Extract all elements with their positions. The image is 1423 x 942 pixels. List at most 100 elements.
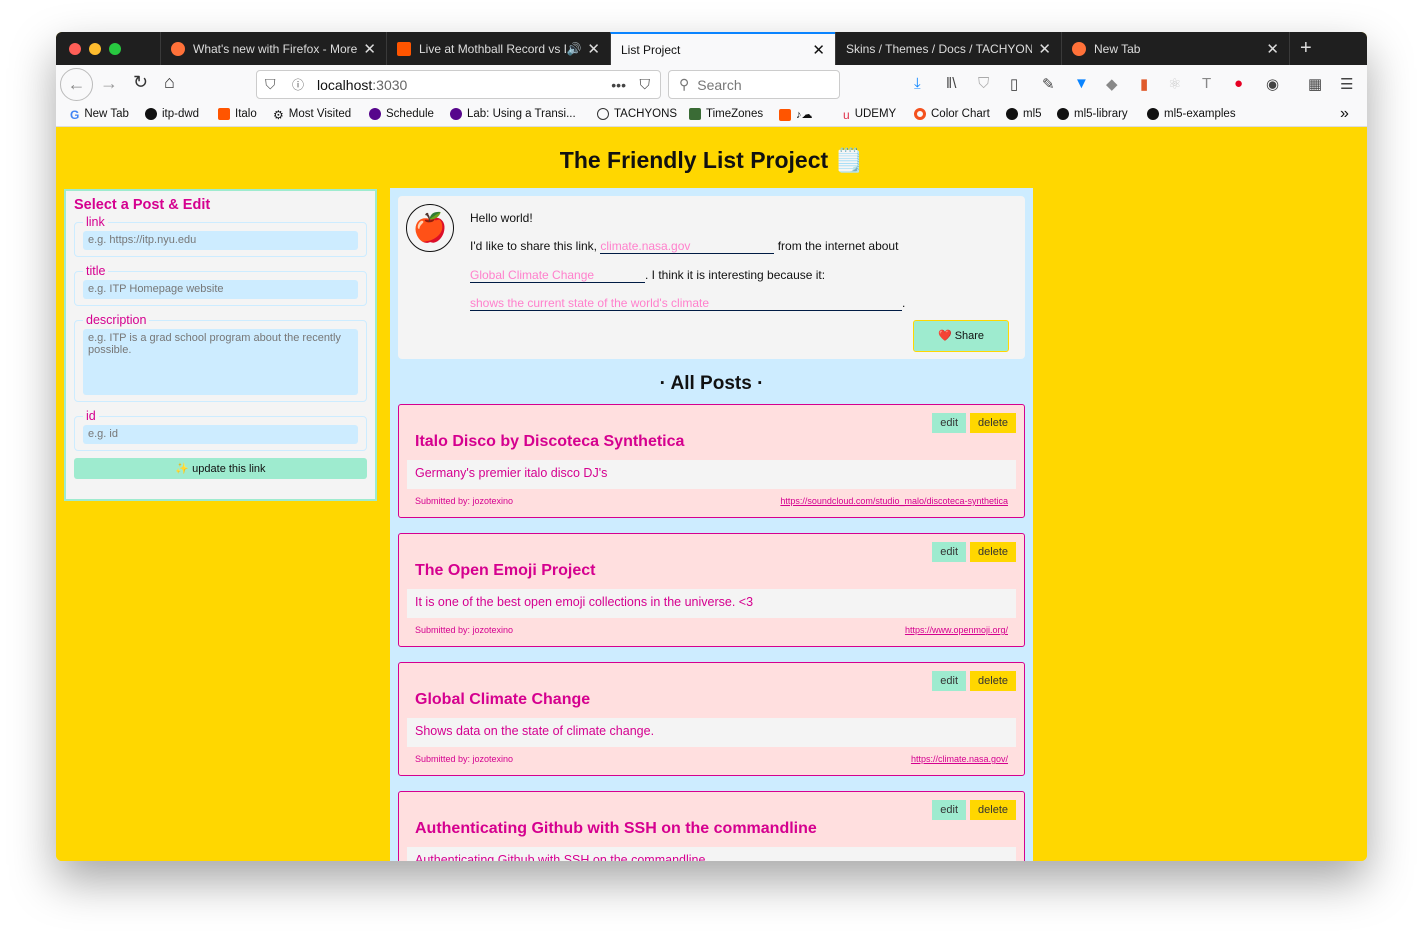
bookmark-lab[interactable]: Lab: Using a Transi... xyxy=(450,108,576,120)
bookmark-ml5-library[interactable]: ml5-library xyxy=(1057,108,1128,120)
bookmarks-bar: G New Tab itp-dwd Italo ⚙ Most Visited Sch… xyxy=(56,104,1367,127)
tab-tachyons[interactable]: Skins / Themes / Docs / TACHYONS ✕ xyxy=(835,32,1061,65)
bookmark-most-visited[interactable]: ⚙ Most Visited xyxy=(273,108,351,122)
delete-button[interactable]: delete xyxy=(970,413,1016,433)
close-tab-icon[interactable]: ✕ xyxy=(363,40,376,58)
battery-extension-icon[interactable]: ▮ xyxy=(1140,75,1148,93)
delete-button[interactable]: delete xyxy=(970,671,1016,691)
bookmark-color-chart[interactable]: Color Chart xyxy=(914,108,990,120)
bookmark-schedule[interactable]: Schedule xyxy=(369,108,434,120)
download-icon[interactable]: ⤓ xyxy=(914,75,921,92)
bookmark-label: ml5-examples xyxy=(1164,108,1236,120)
post-submitter: Submitted by: jozotexino xyxy=(415,754,514,764)
link-input[interactable]: e.g. https://itp.nyu.edu xyxy=(83,231,358,250)
shield-extension-icon[interactable]: ⛉ xyxy=(978,75,989,92)
apple-avatar: 🍎 xyxy=(406,204,454,252)
tab-new-tab[interactable]: New Tab ✕ xyxy=(1061,32,1289,65)
whats-new-gift-icon[interactable]: ▦ xyxy=(1308,75,1322,93)
id-input[interactable]: e.g. id xyxy=(83,425,358,444)
browser-window: What's new with Firefox - More ✕ Live at … xyxy=(56,32,1367,861)
edit-button[interactable]: edit xyxy=(932,671,967,691)
tab-title: Skins / Themes / Docs / TACHYONS xyxy=(846,41,1033,56)
bookmark-label: Color Chart xyxy=(931,108,990,120)
id-fieldset: id e.g. id xyxy=(74,409,367,451)
url-bar[interactable]: ⛉ ⓘ localhost:3030 ••• ⛉ xyxy=(256,70,661,99)
close-tab-icon[interactable]: ✕ xyxy=(1266,40,1279,58)
tab-list-project[interactable]: List Project ✕ xyxy=(610,32,835,65)
shield-icon[interactable]: ⛉ xyxy=(265,76,276,93)
post-description: It is one of the best open emoji collect… xyxy=(407,589,1016,618)
bookmark-soundcloud-music[interactable]: ♪☁ xyxy=(779,108,813,121)
menu-icon[interactable]: ☰ xyxy=(1340,75,1353,93)
react-devtools-icon[interactable]: ⚛ xyxy=(1168,75,1181,93)
home-button[interactable]: ⌂ xyxy=(164,72,175,93)
description-textarea[interactable]: e.g. ITP is a grad school program about … xyxy=(83,329,358,395)
vue-devtools-icon[interactable]: ▼ xyxy=(1074,75,1089,92)
bookmark-label: TimeZones xyxy=(706,108,764,120)
bookmark-tachyons[interactable]: TACHYONS xyxy=(597,108,677,120)
close-window-button[interactable] xyxy=(69,43,81,55)
bookmark-label: ml5-library xyxy=(1074,108,1128,120)
post-description: Germany's premier italo disco DJ's xyxy=(407,460,1016,489)
title-input[interactable]: e.g. ITP Homepage website xyxy=(83,280,358,299)
page-actions-icon[interactable]: ••• xyxy=(611,77,626,93)
search-placeholder: Search xyxy=(697,76,742,93)
post-card: edit delete Global Climate Change Shows d… xyxy=(398,662,1025,776)
share-button[interactable]: ❤️ Share xyxy=(913,320,1009,352)
tab-mothball[interactable]: Live at Mothball Record vs D 🔊 ✕ xyxy=(386,32,610,65)
back-button[interactable]: ← xyxy=(60,68,93,101)
library-icon[interactable]: ‖\ xyxy=(946,75,956,92)
bookmark-itp-dwd[interactable]: itp-dwd xyxy=(145,108,199,120)
reload-button[interactable]: ↻ xyxy=(133,72,148,93)
pocket-icon[interactable]: ⛉ xyxy=(640,76,651,93)
search-bar[interactable]: ⚲ Search xyxy=(668,70,840,99)
eyedropper-icon[interactable]: ✎ xyxy=(1042,75,1055,93)
post-title: Authenticating Github with SSH on the co… xyxy=(415,820,817,837)
edit-button[interactable]: edit xyxy=(932,542,967,562)
bookmark-new-tab[interactable]: G New Tab xyxy=(70,108,129,122)
delete-button[interactable]: delete xyxy=(970,542,1016,562)
post-link[interactable]: https://soundcloud.com/studio_malo/disco… xyxy=(780,496,1008,506)
speaker-icon[interactable]: 🔊 xyxy=(566,42,581,56)
tab-title: What's new with Firefox - More xyxy=(193,41,358,56)
maximize-window-button[interactable] xyxy=(109,43,121,55)
posts-list: edit delete Italo Disco by Discoteca Synt… xyxy=(398,404,1025,861)
tab-firefox-whats-new[interactable]: What's new with Firefox - More ✕ xyxy=(160,32,386,65)
extension-icon[interactable]: ◆ xyxy=(1106,75,1118,93)
close-tab-icon[interactable]: ✕ xyxy=(812,41,825,59)
forward-button[interactable]: → xyxy=(100,73,118,94)
bookmark-timezones[interactable]: TimeZones xyxy=(689,108,763,120)
share-text: from the internet about xyxy=(777,239,899,253)
share-form: 🍎 Hello world! I'd like to share this li… xyxy=(398,196,1025,359)
soundcloud-icon xyxy=(218,108,230,120)
new-tab-button[interactable]: + xyxy=(1289,32,1329,65)
pinterest-icon[interactable]: ● xyxy=(1234,75,1243,92)
bookmark-ml5-examples[interactable]: ml5-examples xyxy=(1147,108,1236,120)
share-title-input[interactable]: Global Climate Change xyxy=(470,268,645,283)
more-bookmarks-icon[interactable]: » xyxy=(1340,105,1349,123)
bookmark-udemy[interactable]: u UDEMY xyxy=(843,108,896,122)
github-icon xyxy=(145,108,157,120)
account-icon[interactable]: ◉ xyxy=(1266,75,1279,93)
info-icon[interactable]: ⓘ xyxy=(292,76,304,93)
minimize-window-button[interactable] xyxy=(89,43,101,55)
share-link-input[interactable]: climate.nasa.gov xyxy=(600,239,775,254)
bookmark-ml5[interactable]: ml5 xyxy=(1006,108,1042,120)
post-link[interactable]: https://www.openmoji.org/ xyxy=(905,625,1008,635)
post-submitter: Submitted by: jozotexino xyxy=(415,496,514,506)
bookmark-italo[interactable]: Italo xyxy=(218,108,257,120)
close-tab-icon[interactable]: ✕ xyxy=(1038,40,1051,58)
text-extension-icon[interactable]: T xyxy=(1202,75,1211,92)
edit-button[interactable]: edit xyxy=(932,413,967,433)
tab-bar: What's new with Firefox - More ✕ Live at … xyxy=(56,32,1367,65)
delete-button[interactable]: delete xyxy=(970,800,1016,820)
post-link[interactable]: https://climate.nasa.gov/ xyxy=(911,754,1008,764)
soundcloud-icon xyxy=(397,41,411,56)
update-link-button[interactable]: ✨ update this link xyxy=(74,458,367,479)
all-posts-heading: · All Posts · xyxy=(659,373,764,394)
share-reason-input[interactable]: shows the current state of the world's c… xyxy=(470,296,902,311)
close-tab-icon[interactable]: ✕ xyxy=(587,40,600,58)
sidebar-icon[interactable]: ▯ xyxy=(1010,75,1018,93)
color-chart-icon xyxy=(914,108,926,120)
edit-button[interactable]: edit xyxy=(932,800,967,820)
